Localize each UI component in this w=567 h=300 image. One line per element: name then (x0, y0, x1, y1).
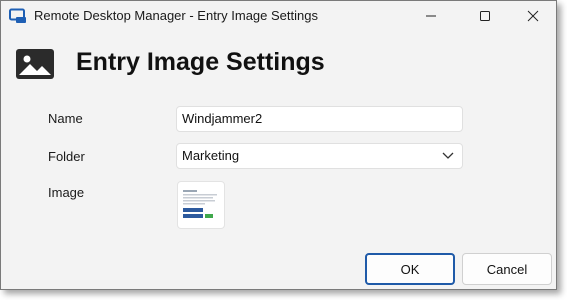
name-input[interactable]: Windjammer2 (176, 106, 463, 132)
minimize-button[interactable] (408, 1, 454, 31)
title-bar[interactable]: Remote Desktop Manager - Entry Image Set… (1, 1, 556, 31)
close-icon (527, 10, 539, 22)
close-button[interactable] (510, 1, 556, 31)
image-icon (16, 49, 54, 79)
name-input-value: Windjammer2 (182, 111, 263, 126)
minimize-icon (426, 15, 436, 17)
image-label: Image (48, 185, 85, 200)
image-preview-icon (181, 187, 221, 223)
chevron-down-icon (442, 152, 454, 159)
name-label: Name (48, 111, 83, 126)
cancel-button[interactable]: Cancel (462, 253, 552, 285)
folder-select[interactable]: Marketing (176, 143, 463, 169)
folder-select-value: Marketing (182, 148, 240, 163)
folder-label: Folder (48, 149, 85, 164)
dialog-window: Remote Desktop Manager - Entry Image Set… (0, 0, 557, 290)
remote-desktop-icon (9, 8, 26, 23)
window-title: Remote Desktop Manager - Entry Image Set… (34, 8, 318, 23)
ok-button[interactable]: OK (365, 253, 455, 285)
image-thumbnail[interactable] (177, 181, 225, 229)
page-title: Entry Image Settings (76, 48, 325, 76)
maximize-icon (480, 11, 490, 21)
maximize-button[interactable] (462, 1, 508, 31)
